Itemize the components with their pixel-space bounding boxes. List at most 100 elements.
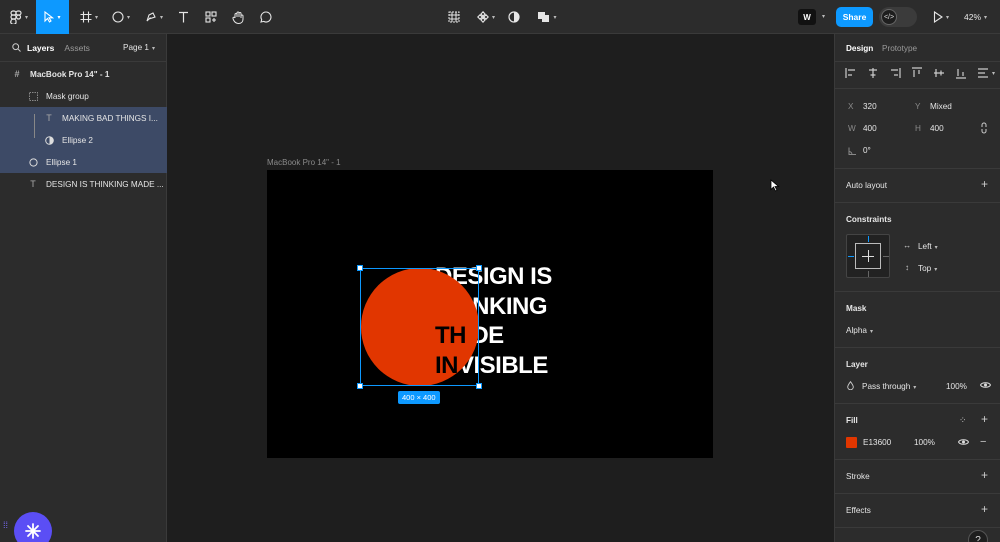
zoom-chevron-icon: ▾ bbox=[984, 14, 988, 21]
layer-frame-row[interactable]: # MacBook Pro 14" - 1 bbox=[0, 63, 167, 85]
plugin-launcher-button[interactable] bbox=[14, 512, 52, 542]
text-icon: T bbox=[30, 179, 36, 189]
resize-handle-bl[interactable] bbox=[357, 383, 363, 389]
constraint-bottom bbox=[868, 271, 869, 277]
effects-title: Effects bbox=[846, 506, 871, 515]
add-stroke-icon[interactable]: + bbox=[981, 468, 988, 482]
horizontal-constraint-icon: ↔ bbox=[903, 241, 912, 250]
fill-eye-icon[interactable] bbox=[958, 438, 969, 446]
component-button[interactable]: ▾ bbox=[473, 0, 499, 34]
vertical-constraint-value: Top bbox=[918, 264, 932, 273]
drag-dots-icon[interactable]: ⁞⁞ bbox=[3, 521, 8, 530]
layers-panel: Layers Assets Page 1 ▾ # MacBook Pro 14" … bbox=[0, 34, 167, 542]
half-circle-mask-icon bbox=[508, 11, 520, 23]
frame-label[interactable]: MacBook Pro 14" - 1 bbox=[267, 158, 341, 167]
mask-button[interactable] bbox=[506, 0, 522, 34]
x-input[interactable]: 320 bbox=[863, 102, 877, 111]
layer-ellipse2-row[interactable]: Ellipse 2 bbox=[0, 129, 167, 151]
horizontal-constraint-select[interactable]: Left ▾ bbox=[918, 242, 938, 251]
pen-tool-button[interactable]: ▾ bbox=[141, 0, 167, 34]
rotation-input[interactable]: 0° bbox=[863, 146, 871, 155]
main-menu-button[interactable]: ▾ bbox=[6, 0, 32, 34]
eye-icon[interactable] bbox=[980, 381, 991, 389]
constraint-widget[interactable] bbox=[846, 234, 890, 278]
add-fill-icon[interactable]: + bbox=[981, 412, 988, 426]
divider bbox=[835, 88, 1000, 89]
align-v-center-icon[interactable] bbox=[933, 67, 945, 79]
style-grid-icon[interactable]: ⁘ bbox=[959, 415, 967, 426]
align-bottom-icon[interactable] bbox=[955, 67, 967, 79]
move-tool-button[interactable]: ▾ bbox=[36, 0, 69, 34]
align-right-icon[interactable] bbox=[889, 67, 901, 79]
constrain-proportions-icon[interactable] bbox=[980, 122, 988, 134]
constraints-title: Constraints bbox=[846, 215, 892, 224]
tab-design[interactable]: Design bbox=[846, 44, 873, 53]
fill-opacity-input[interactable]: 100% bbox=[914, 438, 935, 447]
layer-name: Ellipse 1 bbox=[46, 157, 77, 167]
divider bbox=[835, 459, 1000, 460]
page-chevron-icon: ▾ bbox=[151, 46, 155, 52]
panel-divider bbox=[0, 61, 166, 62]
present-button[interactable]: ▾ bbox=[930, 0, 952, 34]
resize-handle-br[interactable] bbox=[476, 383, 482, 389]
fill-hex-input[interactable]: E13600 bbox=[863, 438, 891, 447]
search-icon[interactable] bbox=[12, 43, 21, 52]
layer-making-bad-row[interactable]: T MAKING BAD THINGS I... bbox=[0, 107, 167, 129]
layer-opacity-input[interactable]: 100% bbox=[946, 382, 967, 391]
frame-tool-button[interactable]: ▾ bbox=[76, 0, 102, 34]
avatar-chevron-icon[interactable]: ▾ bbox=[822, 13, 825, 20]
frame-hash-icon bbox=[80, 11, 92, 23]
align-top-icon[interactable] bbox=[911, 67, 923, 79]
macbook-frame[interactable]: DESIGN IS THINKING MADE INVISIBLE TH TH … bbox=[267, 170, 713, 458]
components-grid-icon bbox=[205, 11, 217, 23]
constraint-v-line bbox=[868, 250, 869, 262]
h-input[interactable]: 400 bbox=[930, 124, 944, 133]
comment-tool-button[interactable] bbox=[257, 0, 275, 34]
distribute-icon[interactable] bbox=[977, 67, 989, 79]
resize-handle-tr[interactable] bbox=[476, 265, 482, 271]
hand-tool-button[interactable] bbox=[229, 0, 247, 34]
figma-logo-icon bbox=[10, 10, 22, 24]
add-auto-layout-icon[interactable]: + bbox=[981, 177, 988, 191]
layer-title: Layer bbox=[846, 360, 868, 369]
tab-assets[interactable]: Assets bbox=[64, 43, 90, 53]
layer-ellipse1-row[interactable]: Ellipse 1 bbox=[0, 151, 167, 173]
blend-mode-select[interactable]: Pass through ▾ bbox=[862, 382, 916, 391]
fill-color-swatch[interactable] bbox=[846, 437, 857, 448]
y-input[interactable]: Mixed bbox=[930, 102, 952, 111]
mouse-cursor-icon bbox=[770, 179, 780, 192]
align-h-center-icon[interactable] bbox=[867, 67, 879, 79]
share-button[interactable]: Share bbox=[836, 7, 873, 27]
shape-tool-button[interactable]: ▾ bbox=[108, 0, 134, 34]
selection-box[interactable] bbox=[360, 268, 479, 386]
mask-icon bbox=[44, 135, 54, 145]
align-left-icon[interactable] bbox=[845, 67, 857, 79]
tab-prototype[interactable]: Prototype bbox=[882, 44, 917, 53]
layer-mask-group-row[interactable]: Mask group bbox=[0, 85, 167, 107]
distribute-chevron-icon[interactable]: ▾ bbox=[992, 70, 995, 77]
w-input[interactable]: 400 bbox=[863, 124, 877, 133]
cursor-arrow-icon bbox=[44, 11, 55, 23]
divider bbox=[835, 202, 1000, 203]
tab-layers[interactable]: Layers bbox=[27, 43, 54, 53]
vertical-constraint-select[interactable]: Top ▾ bbox=[918, 264, 937, 273]
page-selector[interactable]: Page 1 ▾ bbox=[123, 43, 155, 52]
vertical-constraint-icon: ↕ bbox=[905, 263, 910, 272]
zoom-menu[interactable]: 42% ▾ bbox=[964, 0, 987, 34]
hand-icon bbox=[232, 11, 244, 24]
text-t-icon bbox=[178, 11, 188, 23]
mask-type-select[interactable]: Alpha ▾ bbox=[846, 326, 873, 335]
grid-layout-button[interactable] bbox=[446, 0, 462, 34]
layer-name: Mask group bbox=[46, 91, 89, 101]
layer-design-text-row[interactable]: T DESIGN IS THINKING MADE ... bbox=[0, 173, 167, 195]
boolean-ops-button[interactable]: ▾ bbox=[534, 0, 560, 34]
user-avatar[interactable]: W bbox=[798, 9, 816, 25]
zoom-level: 42% bbox=[964, 12, 982, 22]
resize-handle-tl[interactable] bbox=[357, 265, 363, 271]
add-effect-icon[interactable]: + bbox=[981, 502, 988, 516]
remove-fill-icon[interactable]: − bbox=[980, 436, 986, 448]
mask-type-value: Alpha bbox=[846, 326, 867, 335]
divider bbox=[835, 291, 1000, 292]
text-tool-button[interactable] bbox=[174, 0, 192, 34]
resources-button[interactable] bbox=[202, 0, 220, 34]
